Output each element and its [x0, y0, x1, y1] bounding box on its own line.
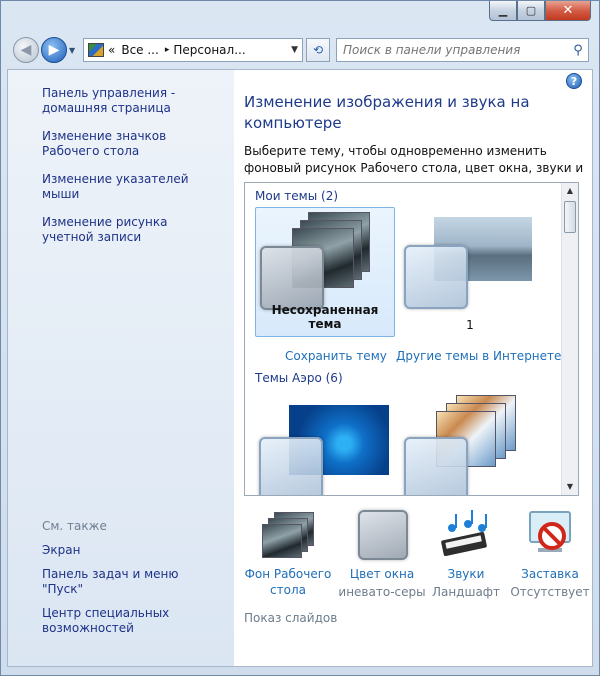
address-bar[interactable]: « Все ... ▸ Персонал... ▼: [83, 38, 303, 62]
screensaver-value: Отсутствует: [510, 585, 590, 599]
theme-window-color-preview: [404, 437, 468, 495]
minimize-button[interactable]: ▁: [489, 1, 517, 21]
window-color-value: иневато-серы: [338, 585, 426, 599]
theme-tile-windows7[interactable]: [255, 391, 395, 495]
desktop-background-setting[interactable]: Фон Рабочего стола: [244, 510, 332, 598]
my-themes-heading: Мои темы (2): [255, 189, 339, 203]
help-icon[interactable]: ?: [566, 73, 582, 89]
close-button[interactable]: ✕: [545, 1, 591, 21]
music-notes-icon: [441, 510, 487, 557]
theme-tile-architecture[interactable]: [400, 391, 540, 495]
page-title: Изменение изображения и звука на компьют…: [244, 93, 530, 132]
window-color-link[interactable]: Цвет окна: [338, 566, 426, 582]
sidebar-link-mouse-pointers[interactable]: Изменение указателей мыши: [42, 172, 222, 202]
sounds-icon: [438, 510, 494, 560]
control-panel-window: ▁ ▢ ✕ ◀ ▶ ▼ « Все ... ▸ Персонал... ▼ ⟲ …: [0, 0, 600, 676]
theme-tile-unsaved[interactable]: Несохраненная тема: [255, 207, 395, 337]
see-also-list: Экран Панель задач и меню "Пуск" Центр с…: [42, 543, 228, 645]
forward-button[interactable]: ▶: [41, 37, 67, 63]
window-color-swatch: [358, 510, 408, 560]
see-also-display[interactable]: Экран: [42, 543, 222, 558]
caption-buttons: ▁ ▢ ✕: [489, 1, 591, 23]
refresh-icon: ⟲: [312, 43, 324, 57]
navigation-bar: ◀ ▶ ▼ « Все ... ▸ Персонал... ▼ ⟲ ⚲: [13, 35, 589, 65]
see-also-ease-of-access[interactable]: Центр специальных возможностей: [42, 606, 222, 636]
monitor-no-icon: [529, 511, 571, 552]
address-overflow[interactable]: «: [108, 43, 115, 57]
search-box[interactable]: ⚲: [336, 38, 589, 62]
window-color-icon: [354, 510, 410, 560]
slideshow-value: Показ слайдов: [244, 611, 338, 625]
refresh-button[interactable]: ⟲: [306, 38, 330, 62]
theme-window-color-preview: [260, 246, 324, 310]
theme-settings-row: Фон Рабочего стола Цвет окна иневато-сер…: [244, 510, 590, 630]
theme-window-color-preview: [259, 437, 323, 495]
arrow-left-icon: ◀: [20, 42, 32, 58]
search-icon[interactable]: ⚲: [568, 43, 588, 58]
theme-tile-1[interactable]: 1: [400, 207, 540, 337]
window-color-setting[interactable]: Цвет окна иневато-серы: [338, 510, 426, 599]
main-panel: Изменение изображения и звука на компьют…: [244, 92, 583, 496]
scroll-down-icon[interactable]: ▼: [562, 479, 578, 495]
address-separator-icon[interactable]: ▸: [165, 45, 170, 55]
theme-name: Несохраненная тема: [271, 303, 379, 331]
save-theme-link[interactable]: Сохранить тему: [285, 349, 387, 363]
address-segment-all[interactable]: Все ...: [121, 43, 158, 57]
sidebar: Панель управления - домашняя страница Из…: [8, 70, 234, 666]
sidebar-link-home[interactable]: Панель управления - домашняя страница: [42, 86, 222, 116]
wallpaper-card: [262, 524, 302, 558]
see-also-taskbar[interactable]: Панель задач и меню "Пуск": [42, 567, 222, 597]
content-area: Панель управления - домашняя страница Из…: [7, 69, 593, 667]
control-panel-icon: [88, 43, 104, 57]
scroll-up-icon[interactable]: ▲: [562, 183, 578, 199]
sounds-setting[interactable]: Звуки Ландшафт: [422, 510, 510, 599]
recent-pages-dropdown[interactable]: ▼: [69, 46, 79, 55]
desktop-background-link[interactable]: Фон Рабочего стола: [244, 566, 332, 598]
desktop-background-icon: [260, 510, 316, 560]
theme-list-scrollbar[interactable]: ▲ ▼: [561, 183, 578, 495]
screensaver-link[interactable]: Заставка: [506, 566, 594, 582]
search-input[interactable]: [343, 43, 568, 57]
aero-themes-heading: Темы Аэро (6): [255, 371, 343, 385]
address-dropdown-icon[interactable]: ▼: [291, 45, 298, 55]
scroll-thumb[interactable]: [564, 201, 576, 233]
sounds-value: Ландшафт: [431, 585, 501, 599]
sidebar-link-account-picture[interactable]: Изменение рисунка учетной записи: [42, 215, 222, 245]
theme-list[interactable]: Мои темы (2) Несохраненная тема 1 Сохран…: [244, 182, 579, 496]
sidebar-link-desktop-icons[interactable]: Изменение значков Рабочего стола: [42, 129, 222, 159]
theme-name: 1: [466, 318, 474, 332]
screensaver-setting[interactable]: Заставка Отсутствует: [506, 510, 594, 599]
arrow-right-icon: ▶: [48, 42, 60, 58]
see-also-heading: См. также: [42, 519, 107, 533]
sounds-link[interactable]: Звуки: [422, 566, 510, 582]
screensaver-icon: [522, 510, 578, 560]
back-button[interactable]: ◀: [13, 37, 39, 63]
address-segment-personalization[interactable]: Персонал...: [173, 43, 245, 57]
more-themes-online-link[interactable]: Другие темы в Интернете: [396, 349, 561, 363]
theme-window-color-preview: [404, 245, 468, 309]
maximize-button[interactable]: ▢: [517, 1, 545, 21]
